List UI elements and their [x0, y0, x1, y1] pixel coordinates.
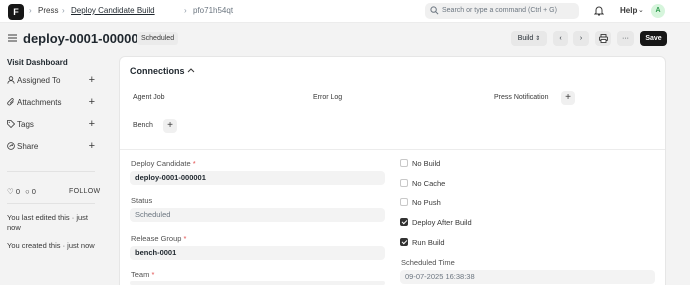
- sidebar-item-assigned-to[interactable]: Assigned To +: [7, 74, 95, 87]
- build-button[interactable]: Build ⇕: [511, 31, 547, 46]
- status-field: Scheduled: [130, 208, 385, 222]
- add-bench-button[interactable]: +: [163, 119, 177, 133]
- chevron-right-icon: ›: [62, 6, 65, 15]
- connections-heading[interactable]: Connections: [130, 66, 185, 76]
- sidebar-item-tags[interactable]: Tags +: [7, 118, 95, 131]
- heart-icon[interactable]: ♡: [7, 187, 14, 196]
- next-button[interactable]: ›: [573, 31, 589, 46]
- ellipsis-icon: ···: [622, 35, 629, 42]
- connection-error-log[interactable]: Error Log: [313, 92, 342, 104]
- search-placeholder: Search or type a command (Ctrl + G): [442, 7, 557, 14]
- add-assignee-icon[interactable]: +: [89, 74, 95, 86]
- deploy-after-build-checkbox[interactable]: [400, 218, 408, 226]
- more-actions-button[interactable]: ···: [617, 31, 634, 46]
- printer-icon: [598, 34, 608, 43]
- team-field[interactable]: [130, 281, 385, 285]
- scheduled-time-label: Scheduled Time: [401, 258, 455, 267]
- comment-count: 0: [31, 187, 36, 196]
- app-logo[interactable]: F: [8, 4, 24, 20]
- no-build-label: No Build: [412, 159, 441, 168]
- help-menu[interactable]: Help: [620, 6, 637, 15]
- sidebar-item-label: Assigned To: [17, 76, 61, 85]
- release-group-field[interactable]: bench-0001: [130, 246, 385, 260]
- deploy-after-build-label: Deploy After Build: [412, 218, 472, 227]
- page-title: deploy-0001-000001: [23, 31, 146, 46]
- add-press-notification-button[interactable]: +: [561, 91, 575, 105]
- previous-button[interactable]: ‹: [553, 31, 568, 46]
- release-group-label: Release Group *: [131, 234, 187, 243]
- sidebar-divider: [7, 171, 95, 172]
- no-cache-checkbox[interactable]: [400, 179, 408, 187]
- chevron-up-icon[interactable]: [187, 67, 195, 73]
- status-badge: Scheduled: [137, 32, 179, 45]
- bell-icon[interactable]: [594, 5, 604, 16]
- paperclip-icon: [7, 98, 14, 106]
- follow-button[interactable]: FOLLOW: [69, 188, 100, 195]
- chevron-right-icon: ›: [29, 6, 32, 15]
- likes-comments: ♡ 0 ○ 0: [7, 187, 36, 196]
- chevron-left-icon: ‹: [559, 35, 562, 42]
- share-icon: [7, 142, 15, 150]
- search-icon: [430, 6, 439, 15]
- last-edited-info: You last edited this · just now: [7, 213, 89, 232]
- build-button-label: Build: [517, 35, 534, 42]
- breadcrumb-current: pfo71h54qt: [193, 6, 234, 15]
- connection-agent-job[interactable]: Agent Job: [133, 92, 165, 104]
- no-cache-label: No Cache: [412, 179, 446, 188]
- deploy-candidate-field[interactable]: deploy-0001-000001: [130, 171, 385, 185]
- add-tag-icon[interactable]: +: [89, 118, 95, 130]
- chevron-right-icon: ›: [579, 35, 583, 42]
- team-label: Team *: [131, 270, 155, 279]
- section-divider: [120, 149, 665, 150]
- avatar[interactable]: A: [651, 4, 665, 18]
- status-label: Status: [131, 196, 153, 205]
- connection-press-notification[interactable]: Press Notification: [494, 92, 548, 104]
- deploy-candidate-label: Deploy Candidate *: [131, 159, 196, 168]
- sidebar-item-label: Tags: [17, 120, 34, 129]
- tag-icon: [7, 120, 15, 128]
- chevron-down-icon[interactable]: ⌄: [638, 6, 644, 14]
- no-build-checkbox[interactable]: [400, 159, 408, 167]
- sidebar-item-label: Share: [17, 142, 39, 151]
- print-button[interactable]: [595, 31, 611, 46]
- add-attachment-icon[interactable]: +: [89, 96, 95, 108]
- run-build-label: Run Build: [412, 238, 445, 247]
- breadcrumb-deploy-candidate-build[interactable]: Deploy Candidate Build: [71, 6, 155, 15]
- no-push-checkbox[interactable]: [400, 198, 408, 206]
- breadcrumb-press[interactable]: Press: [38, 6, 58, 15]
- search-bar[interactable]: Search or type a command (Ctrl + G): [425, 3, 579, 19]
- add-share-icon[interactable]: +: [89, 140, 95, 152]
- hamburger-icon[interactable]: [8, 34, 17, 42]
- like-count: 0: [15, 187, 20, 196]
- save-button[interactable]: Save: [640, 31, 667, 46]
- user-icon: [7, 76, 15, 84]
- sidebar-divider: [7, 203, 95, 204]
- no-push-label: No Push: [412, 198, 441, 207]
- sidebar-item-share[interactable]: Share +: [7, 140, 95, 153]
- scheduled-time-field[interactable]: 09-07-2025 16:38:38: [400, 270, 655, 284]
- navbar: F › Press › Deploy Candidate Build › pfo…: [0, 0, 690, 23]
- connection-bench[interactable]: Bench: [133, 120, 153, 132]
- run-build-checkbox[interactable]: [400, 238, 408, 246]
- created-info: You created this · just now: [7, 241, 95, 250]
- sidebar-item-attachments[interactable]: Attachments +: [7, 96, 95, 109]
- visit-dashboard-link[interactable]: Visit Dashboard: [7, 58, 68, 67]
- comment-icon[interactable]: ○: [25, 187, 30, 196]
- sidebar-item-label: Attachments: [17, 98, 62, 107]
- chevron-right-icon: ›: [184, 6, 187, 15]
- chevron-updown-icon: ⇕: [535, 36, 541, 42]
